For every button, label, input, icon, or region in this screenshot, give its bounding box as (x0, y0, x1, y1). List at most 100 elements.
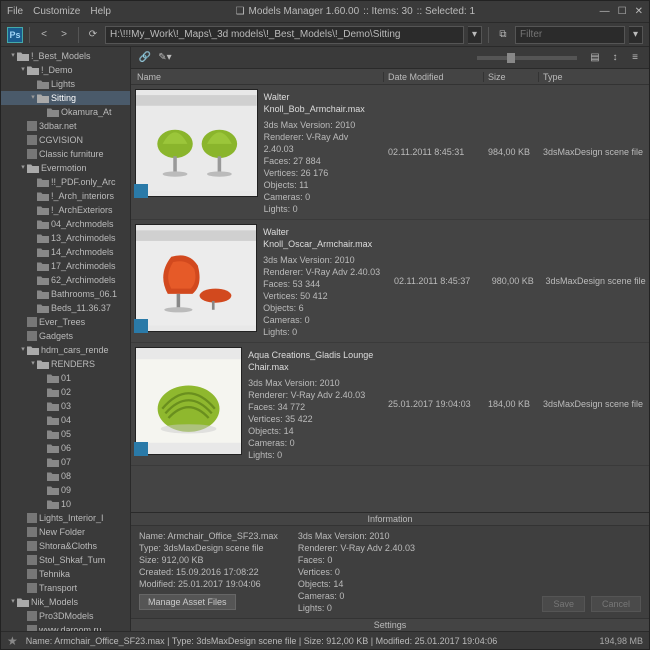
open-folder-icon[interactable]: ⧉ (495, 27, 511, 43)
menu-help[interactable]: Help (90, 6, 111, 17)
separator (29, 27, 30, 43)
meta-faces: Faces: 53 344 (263, 278, 386, 290)
file-list[interactable]: Walter Knoll_Bob_Armchair.max 3ds Max Ve… (131, 85, 649, 512)
nav-back-icon[interactable]: < (36, 27, 52, 43)
tree-node[interactable]: !_ArchExteriors (1, 203, 130, 217)
tree-node[interactable]: 05 (1, 427, 130, 441)
file-row[interactable]: Aqua Creations_Gladis Lounge Chair.max 3… (131, 343, 649, 466)
tree-node[interactable]: ▾!_Demo (1, 63, 130, 77)
tree-node[interactable]: ▾RENDERS (1, 357, 130, 371)
link-icon[interactable]: 🔗 (137, 50, 153, 66)
info-faces: Faces: 0 (298, 554, 415, 566)
title-selected: :: Selected: 1 (417, 6, 475, 17)
folder-tree-panel: ▾!_Best_Models▾!_DemoLights▾SittingOkamu… (1, 47, 131, 631)
tree-node[interactable]: 17_Archimodels (1, 259, 130, 273)
folder-tree[interactable]: ▾!_Best_Models▾!_DemoLights▾SittingOkamu… (1, 49, 130, 631)
meta-version: 3ds Max Version: 2010 (263, 254, 386, 266)
tree-node[interactable]: ▾Evermotion (1, 161, 130, 175)
header-size[interactable]: Size (484, 72, 539, 82)
close-icon[interactable]: ✕ (635, 6, 643, 17)
tree-node[interactable]: Beds_11.36.37 (1, 301, 130, 315)
more-view-icon[interactable]: ≡ (627, 50, 643, 66)
tree-node[interactable]: Tehnika (1, 567, 130, 581)
tree-node[interactable]: Transport (1, 581, 130, 595)
tree-node[interactable]: ▾Sitting (1, 91, 130, 105)
tree-node[interactable]: Gadgets (1, 329, 130, 343)
tree-node[interactable]: 08 (1, 469, 130, 483)
window-controls: — ☐ ✕ (600, 6, 643, 17)
cancel-button[interactable]: Cancel (591, 596, 641, 612)
info-right-column: 3ds Max Version: 2010 Renderer: V-Ray Ad… (298, 530, 415, 614)
tree-node[interactable]: www.daroom.ru (1, 623, 130, 631)
tree-node[interactable]: Lights_Interior_I (1, 511, 130, 525)
menu-file[interactable]: File (7, 6, 23, 17)
tree-node[interactable]: Bathrooms_06.1 (1, 287, 130, 301)
refresh-icon[interactable]: ⟳ (85, 27, 101, 43)
favorite-icon[interactable]: ★ (7, 634, 18, 648)
tree-node[interactable]: 07 (1, 455, 130, 469)
pencil-icon[interactable]: ✎▾ (157, 50, 173, 66)
tree-node[interactable]: 04_Archmodels (1, 217, 130, 231)
meta-objs: Objects: 14 (248, 425, 380, 437)
tree-node[interactable]: !_Arch_interiors (1, 189, 130, 203)
file-row[interactable]: Walter Knoll_Bob_Armchair.max 3ds Max Ve… (131, 85, 649, 220)
meta-renderer: Renderer: V-Ray Adv 2.40.03 (264, 131, 380, 155)
thumbnail[interactable] (135, 224, 257, 332)
sort-icon[interactable]: ↕ (607, 50, 623, 66)
app-icon[interactable]: Ps (7, 27, 23, 43)
tree-node[interactable]: Stol_Shkaf_Tum (1, 553, 130, 567)
tree-node[interactable]: 3dbar.net (1, 119, 130, 133)
minimize-icon[interactable]: — (600, 6, 610, 17)
tree-node[interactable]: 13_Archimodels (1, 231, 130, 245)
tree-node[interactable]: Ever_Trees (1, 315, 130, 329)
thumbnail[interactable] (135, 347, 242, 455)
info-size: Size: 912,00 KB (139, 554, 278, 566)
window-title: ❑ Models Manager 1.60.00 :: Items: 30 ::… (111, 6, 600, 17)
filter-dropdown-icon[interactable]: ▾ (629, 26, 643, 44)
tree-node[interactable]: 03 (1, 399, 130, 413)
nav-forward-icon[interactable]: > (56, 27, 72, 43)
tree-node[interactable]: CGVISION (1, 133, 130, 147)
meta-objs: Objects: 11 (264, 179, 380, 191)
tree-node[interactable]: ▾hdm_cars_rende (1, 343, 130, 357)
tree-node[interactable]: New Folder (1, 525, 130, 539)
tree-node[interactable]: Shtora&Cloths (1, 539, 130, 553)
tree-node[interactable]: !!_PDF.only_Arc (1, 175, 130, 189)
header-name[interactable]: Name (131, 72, 384, 82)
info-name: Name: Armchair_Office_SF23.max (139, 530, 278, 542)
tree-node[interactable]: Pro3DModels (1, 609, 130, 623)
meta-verts: Vertices: 50 412 (263, 290, 386, 302)
filter-input[interactable] (515, 26, 625, 44)
menu-customize[interactable]: Customize (33, 6, 80, 17)
file-row[interactable]: Walter Knoll_Oscar_Armchair.max 3ds Max … (131, 220, 649, 343)
thumbnail-size-slider[interactable] (477, 56, 577, 60)
tree-node[interactable]: 62_Archimodels (1, 273, 130, 287)
path-dropdown-icon[interactable]: ▾ (468, 26, 482, 44)
tree-node[interactable]: 14_Archmodels (1, 245, 130, 259)
titlebar: File Customize Help ❑ Models Manager 1.6… (1, 1, 649, 23)
save-button[interactable]: Save (542, 596, 585, 612)
meta-lights: Lights: 0 (248, 449, 380, 461)
tree-node[interactable]: 01 (1, 371, 130, 385)
tree-node[interactable]: Lights (1, 77, 130, 91)
settings-bar[interactable]: Settings (131, 618, 649, 631)
thumbnail[interactable] (135, 89, 258, 197)
view-details-icon[interactable]: ▤ (587, 50, 603, 66)
tree-node[interactable]: 10 (1, 497, 130, 511)
tree-node[interactable]: Classic furniture (1, 147, 130, 161)
meta-renderer: Renderer: V-Ray Adv 2.40.03 (263, 266, 386, 278)
tree-node[interactable]: ▾!_Best_Models (1, 49, 130, 63)
header-date[interactable]: Date Modified (384, 72, 484, 82)
header-type[interactable]: Type (539, 72, 649, 82)
file-name: Walter Knoll_Bob_Armchair.max (264, 91, 380, 115)
maximize-icon[interactable]: ☐ (618, 6, 627, 17)
tree-node[interactable]: Okamura_At (1, 105, 130, 119)
tree-node[interactable]: 04 (1, 413, 130, 427)
tree-node[interactable]: 09 (1, 483, 130, 497)
path-input[interactable] (105, 26, 464, 44)
tree-node[interactable]: 02 (1, 385, 130, 399)
tree-node[interactable]: 06 (1, 441, 130, 455)
info-modified: Modified: 25.01.2017 19:04:06 (139, 578, 278, 590)
manage-assets-button[interactable]: Manage Asset Files (139, 594, 236, 610)
tree-node[interactable]: ▾Nik_Models (1, 595, 130, 609)
